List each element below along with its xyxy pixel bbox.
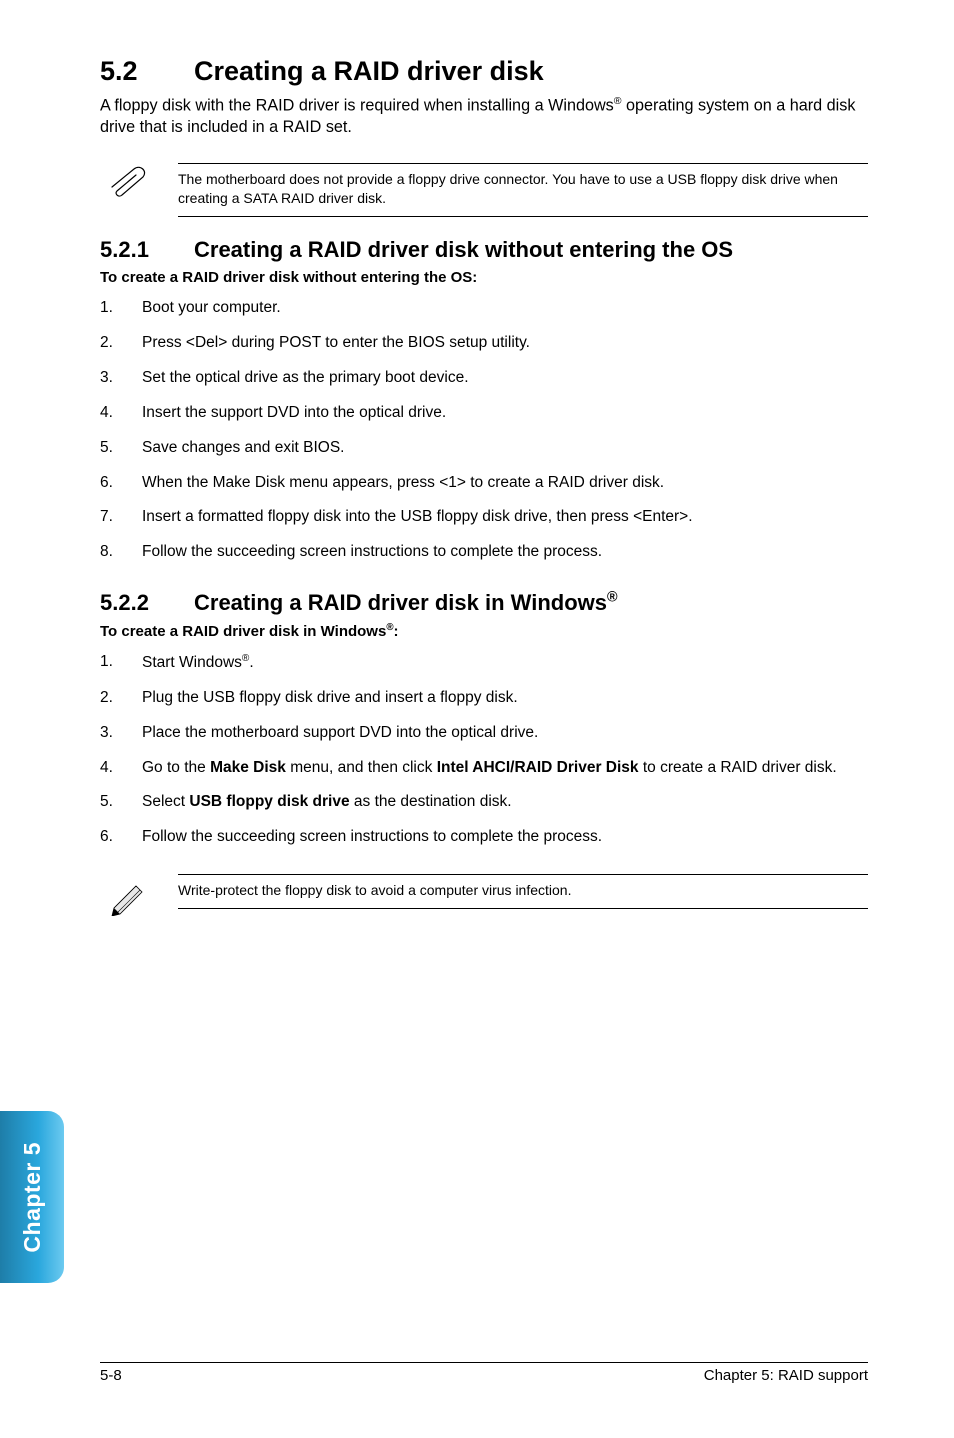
lead-line: To create a RAID driver disk without ent… [100,269,868,286]
list-item: 2.Plug the USB floppy disk drive and ins… [100,688,868,709]
note-text: The motherboard does not provide a flopp… [178,163,868,217]
paperclip-icon [100,163,156,205]
section-title: Creating a RAID driver disk [194,56,544,86]
list-item: 4.Go to the Make Disk menu, and then cli… [100,758,868,779]
list-item: 3.Place the motherboard support DVD into… [100,723,868,744]
list-item: 4.Insert the support DVD into the optica… [100,403,868,424]
chapter-tab: Chapter 5 [0,1111,64,1283]
intro-paragraph: A floppy disk with the RAID driver is re… [100,94,868,139]
list-item: 2.Press <Del> during POST to enter the B… [100,333,868,354]
list-item: 5.Save changes and exit BIOS. [100,438,868,459]
note-text: Write-protect the floppy disk to avoid a… [178,874,868,909]
list-item: 3.Set the optical drive as the primary b… [100,368,868,389]
list-item: 6.When the Make Disk menu appears, press… [100,473,868,494]
subsection-title: Creating a RAID driver disk without ente… [194,237,733,262]
steps-list: 1.Boot your computer. 2.Press <Del> duri… [100,298,868,563]
note-block: Write-protect the floppy disk to avoid a… [100,874,868,916]
list-item: 8.Follow the succeeding screen instructi… [100,542,868,563]
pencil-icon [100,874,156,916]
list-item: 6.Follow the succeeding screen instructi… [100,827,868,848]
page-number: 5-8 [100,1367,122,1384]
steps-list: 1.Start Windows®. 2.Plug the USB floppy … [100,652,868,849]
page-footer: 5-8 Chapter 5: RAID support [100,1362,868,1384]
lead-line: To create a RAID driver disk in Windows®… [100,622,868,640]
footer-chapter-label: Chapter 5: RAID support [704,1367,868,1384]
section-heading: 5.2Creating a RAID driver disk [100,56,868,87]
chapter-tab-label: Chapter 5 [19,1142,46,1253]
subsection-heading: 5.2.1Creating a RAID driver disk without… [100,237,868,263]
subsection-number: 5.2.1 [100,237,194,263]
subsection-number: 5.2.2 [100,590,194,616]
note-block: The motherboard does not provide a flopp… [100,163,868,217]
list-item: 1.Start Windows®. [100,652,868,674]
subsection-title: Creating a RAID driver disk in Windows® [194,590,618,615]
section-number: 5.2 [100,56,194,87]
list-item: 5.Select USB floppy disk drive as the de… [100,792,868,813]
list-item: 7.Insert a formatted floppy disk into th… [100,507,868,528]
subsection-heading: 5.2.2Creating a RAID driver disk in Wind… [100,589,868,615]
list-item: 1.Boot your computer. [100,298,868,319]
